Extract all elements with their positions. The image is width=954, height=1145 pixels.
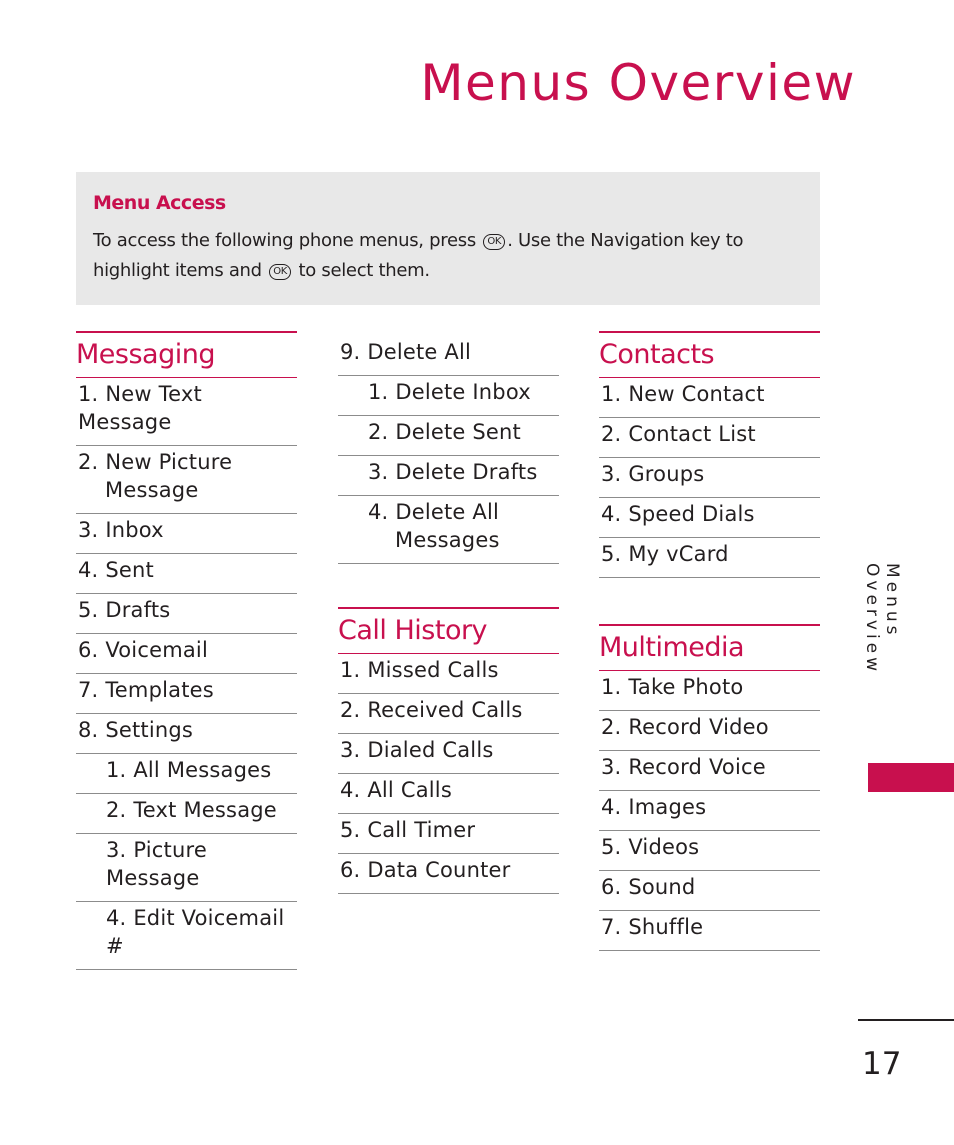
ok-key-icon: OK [269, 264, 292, 280]
menu-item[interactable]: 5. Drafts [76, 594, 297, 634]
submenu-item[interactable]: 1. All Messages [76, 754, 297, 794]
menu-item[interactable]: 5. My vCard [599, 538, 820, 578]
menu-item[interactable]: 3. Groups [599, 458, 820, 498]
menu-item[interactable]: 1. Missed Calls [338, 654, 559, 694]
messaging-section: Messaging 1. New Text Message 2. New Pic… [76, 331, 297, 970]
menu-access-text: To access the following phone menus, pre… [93, 226, 793, 286]
menu-item[interactable]: 2. New Picture Message [76, 446, 297, 514]
menu-item[interactable]: 3. Record Voice [599, 751, 820, 791]
call-history-heading: Call History [338, 607, 559, 654]
messaging-heading: Messaging [76, 331, 297, 378]
menu-access-box: Menu Access To access the following phon… [76, 172, 820, 305]
menu-item[interactable]: 2. Contact List [599, 418, 820, 458]
submenu-item[interactable]: 4. Edit Voicemail # [76, 902, 297, 970]
menu-item[interactable]: 4. All Calls [338, 774, 559, 814]
access-text-part: to select them. [298, 260, 430, 281]
access-text-part: . Use the Navigation key to [507, 230, 744, 251]
access-text-part: To access the following phone menus, pre… [93, 230, 476, 251]
call-history-section: Call History 1. Missed Calls 2. Received… [338, 607, 559, 894]
multimedia-section: Multimedia 1. Take Photo 2. Record Video… [599, 624, 820, 951]
side-section-label: Menus Overview [862, 563, 902, 676]
page-number: 17 [862, 1046, 902, 1082]
menu-item[interactable]: 4. Speed Dials [599, 498, 820, 538]
menu-item[interactable]: 9. Delete All [338, 336, 559, 376]
messaging-continued: 9. Delete All 1. Delete Inbox 2. Delete … [338, 336, 559, 564]
menu-access-heading: Menu Access [93, 192, 226, 214]
menu-item[interactable]: 7. Shuffle [599, 911, 820, 951]
submenu-item[interactable]: 3. Picture Message [76, 834, 297, 902]
menu-item[interactable]: 1. New Contact [599, 378, 820, 418]
ok-key-icon: OK [483, 234, 506, 250]
menu-item[interactable]: 2. Record Video [599, 711, 820, 751]
menu-item[interactable]: 4. Sent [76, 554, 297, 594]
menu-item[interactable]: 1. New Text Message [76, 378, 297, 446]
page-title: Menus Overview [420, 54, 856, 112]
contacts-heading: Contacts [599, 331, 820, 378]
menu-item[interactable]: 1. Take Photo [599, 671, 820, 711]
submenu-item[interactable]: 4. Delete All Messages [338, 496, 559, 564]
submenu-item[interactable]: 2. Text Message [76, 794, 297, 834]
submenu-item[interactable]: 2. Delete Sent [338, 416, 559, 456]
menu-item[interactable]: 2. Received Calls [338, 694, 559, 734]
submenu-item[interactable]: 1. Delete Inbox [338, 376, 559, 416]
menu-item[interactable]: 6. Sound [599, 871, 820, 911]
footer-divider [858, 1019, 954, 1021]
access-text-part: highlight items and [93, 260, 262, 281]
side-section-tab [868, 763, 954, 792]
menu-item[interactable]: 5. Call Timer [338, 814, 559, 854]
submenu-item[interactable]: 3. Delete Drafts [338, 456, 559, 496]
contacts-section: Contacts 1. New Contact 2. Contact List … [599, 331, 820, 578]
menu-item[interactable]: 3. Dialed Calls [338, 734, 559, 774]
menu-item[interactable]: 5. Videos [599, 831, 820, 871]
menu-item[interactable]: 4. Images [599, 791, 820, 831]
menu-item[interactable]: 3. Inbox [76, 514, 297, 554]
menu-item[interactable]: 7. Templates [76, 674, 297, 714]
menu-item[interactable]: 8. Settings [76, 714, 297, 754]
menu-item[interactable]: 6. Voicemail [76, 634, 297, 674]
menu-item[interactable]: 6. Data Counter [338, 854, 559, 894]
multimedia-heading: Multimedia [599, 624, 820, 671]
